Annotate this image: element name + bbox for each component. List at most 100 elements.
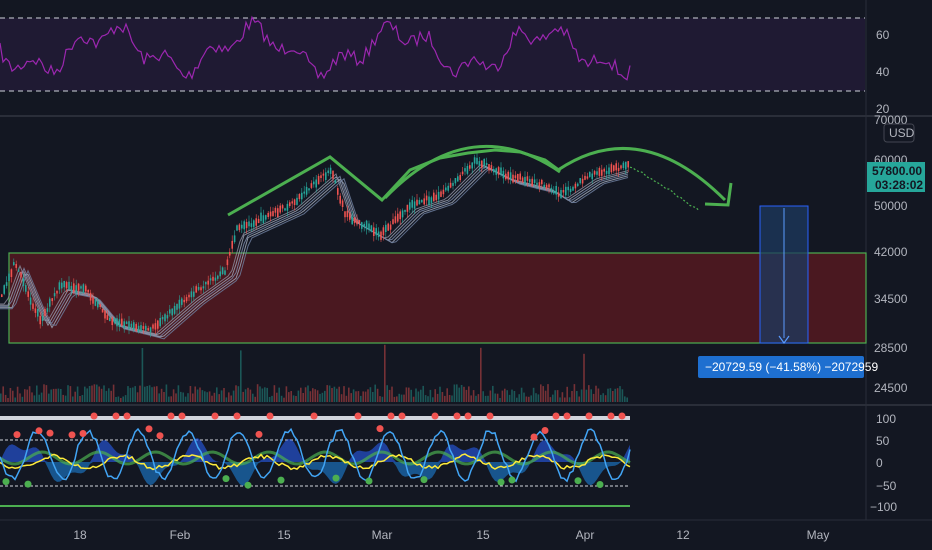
- volume-bar: [511, 389, 513, 402]
- volume-bar: [24, 389, 26, 402]
- volume-bar: [28, 386, 31, 402]
- candle: [490, 165, 493, 170]
- volume-bar: [127, 386, 129, 402]
- volume-bar: [2, 386, 4, 402]
- candle: [329, 167, 332, 174]
- candle: [171, 308, 173, 316]
- chart-canvas[interactable]: 60 40 20 70000 60000 50000 42000 34500 2…: [0, 0, 932, 550]
- volume-bar: [376, 388, 379, 402]
- osc-dot-red: [35, 427, 43, 435]
- volume-bar: [38, 394, 40, 402]
- candle: [565, 186, 567, 196]
- candle: [406, 204, 409, 212]
- volume-bar: [43, 384, 45, 402]
- volume-bar: [204, 391, 206, 402]
- volume-bar: [350, 393, 352, 402]
- volume-bar: [537, 394, 540, 402]
- volume-bar: [213, 392, 216, 402]
- price-tick-28500: 28500: [874, 341, 908, 355]
- candle: [423, 198, 425, 205]
- price-tick-34500: 34500: [874, 292, 908, 306]
- volume-bar: [393, 396, 396, 402]
- volume-bar: [48, 393, 50, 402]
- candle: [471, 162, 473, 169]
- osc-dot-red: [618, 412, 626, 420]
- candle: [598, 168, 601, 176]
- volume-bar: [45, 385, 48, 402]
- candle: [154, 323, 157, 330]
- candle: [65, 282, 68, 289]
- volume-bar: [530, 395, 532, 402]
- candle: [541, 179, 543, 185]
- volume-bar: [626, 397, 628, 402]
- volume-bar: [549, 397, 552, 402]
- candle: [58, 282, 61, 290]
- candle: [149, 327, 152, 333]
- candle: [101, 309, 104, 313]
- candle: [610, 164, 613, 173]
- candle: [77, 283, 80, 291]
- volume-bar: [199, 387, 201, 402]
- candle: [291, 201, 293, 204]
- volume-bar: [427, 396, 429, 402]
- volume-bar: [304, 387, 307, 402]
- volume-bar: [117, 396, 120, 402]
- candle: [147, 328, 149, 331]
- osc-dot-red: [145, 425, 153, 433]
- time-label-15b: 15: [476, 528, 490, 542]
- currency-label: USD: [889, 126, 915, 140]
- volume-bar: [163, 392, 165, 402]
- candle: [478, 161, 481, 166]
- volume-bar: [429, 389, 432, 402]
- volume-bar: [424, 395, 427, 402]
- volume-bar: [302, 393, 304, 402]
- time-label-may: May: [807, 528, 830, 542]
- volume-bar: [288, 392, 290, 402]
- candle: [15, 264, 17, 268]
- volume-bar: [175, 393, 177, 402]
- volume-bar: [278, 387, 280, 402]
- volume-bar: [228, 392, 230, 402]
- candle: [303, 191, 305, 194]
- candle: [615, 163, 617, 171]
- candle: [596, 171, 598, 175]
- osc-dot-green: [24, 480, 32, 488]
- volume-bar: [12, 390, 14, 402]
- osc-dot-red: [112, 412, 120, 420]
- osc-dot-green: [277, 476, 285, 484]
- candle: [334, 180, 337, 184]
- osc-dot-red: [464, 412, 472, 420]
- volume-bar: [40, 392, 43, 402]
- candle: [121, 318, 123, 326]
- volume-bar: [168, 396, 170, 402]
- candle: [37, 309, 39, 317]
- rsi-panel[interactable]: [0, 15, 865, 92]
- measure-label[interactable]: −20729.59 (−41.58%) −2072959: [698, 356, 878, 378]
- candle: [296, 197, 298, 205]
- volume-bar: [504, 388, 506, 402]
- candle: [70, 285, 73, 291]
- candle: [250, 223, 253, 227]
- volume-bar: [69, 386, 72, 402]
- candle: [188, 294, 190, 298]
- volume-bar: [523, 392, 525, 402]
- candle: [157, 320, 159, 329]
- volume-bar: [381, 396, 384, 402]
- volume-bar: [7, 398, 9, 402]
- osc-dot-red: [486, 412, 494, 420]
- currency-button[interactable]: USD: [883, 123, 915, 143]
- candle: [413, 201, 416, 209]
- volume-bar: [422, 385, 424, 402]
- candle: [214, 277, 217, 281]
- candle: [34, 308, 37, 313]
- volume-bar: [552, 394, 554, 402]
- volume-bar: [566, 386, 568, 402]
- candle: [502, 170, 505, 179]
- volume-bar: [141, 348, 144, 402]
- volume-bar: [271, 395, 273, 402]
- candle: [109, 317, 111, 322]
- volume-bar: [494, 393, 496, 402]
- candle: [485, 162, 488, 165]
- candle: [207, 280, 209, 285]
- volume-bar: [607, 388, 609, 402]
